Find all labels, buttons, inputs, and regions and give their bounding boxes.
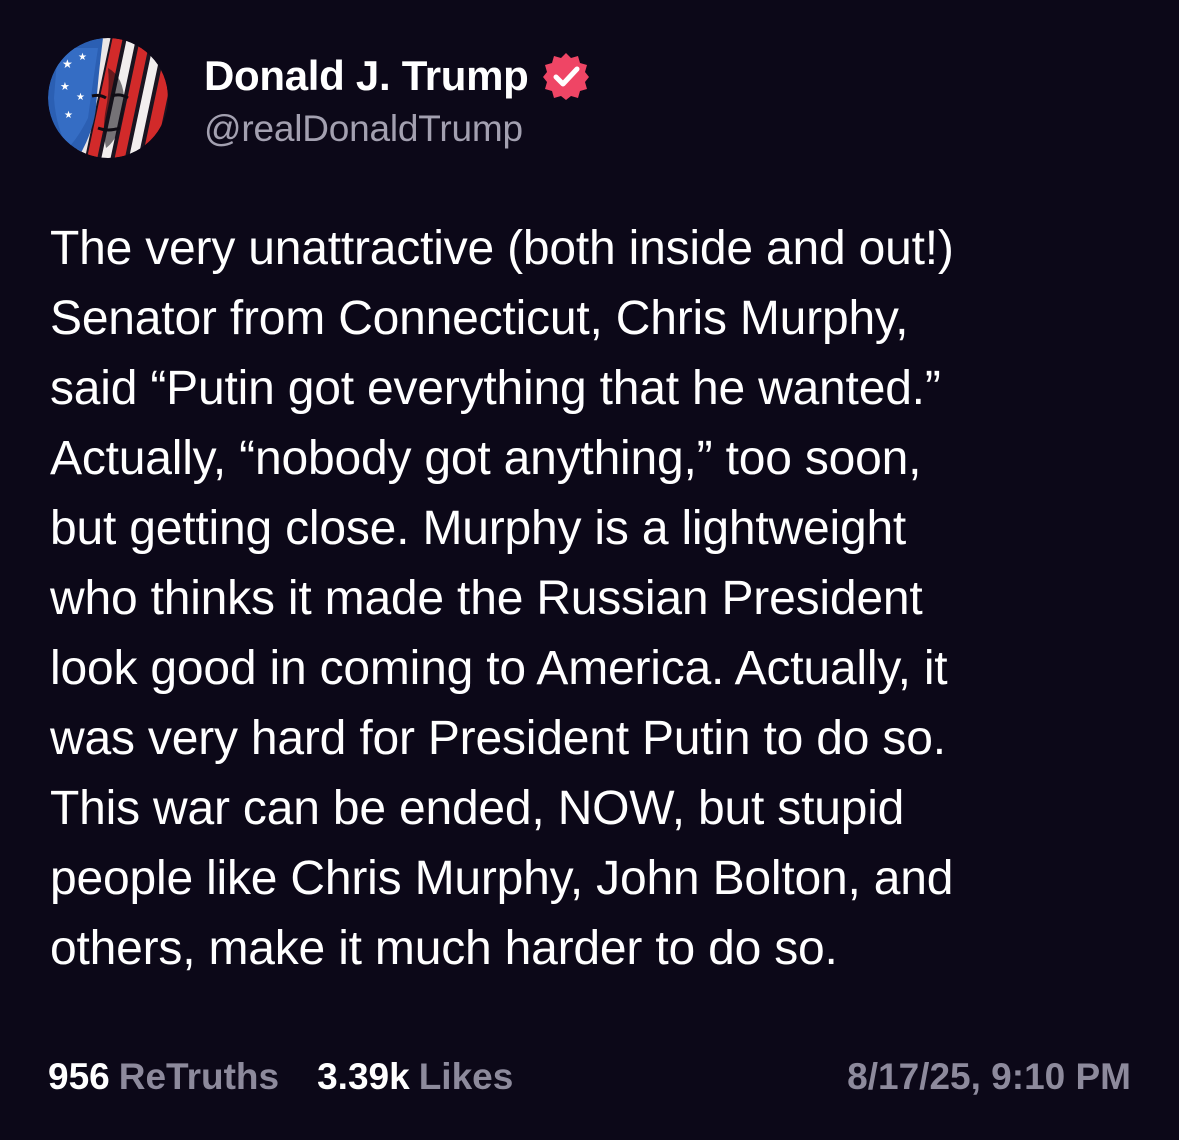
user-handle[interactable]: @realDonaldTrump <box>204 108 591 150</box>
avatar[interactable]: ★ ★ ★ ★ ★ <box>48 38 168 158</box>
retruths-stat[interactable]: 956 ReTruths <box>48 1056 279 1098</box>
post-card: ★ ★ ★ ★ ★ Donald J. Trump @realDonaldTru… <box>0 0 1179 1140</box>
retruths-count: 956 <box>48 1056 110 1097</box>
likes-label: Likes <box>418 1056 514 1097</box>
name-row: Donald J. Trump <box>204 48 591 104</box>
verified-badge-icon <box>541 51 591 101</box>
svg-text:★: ★ <box>64 110 73 121</box>
svg-text:★: ★ <box>78 52 87 63</box>
svg-text:★: ★ <box>76 92 85 103</box>
post-timestamp[interactable]: 8/17/25, 9:10 PM <box>847 1056 1131 1098</box>
likes-count: 3.39k <box>317 1056 410 1097</box>
post-footer: 956 ReTruths 3.39k Likes 8/17/25, 9:10 P… <box>48 1052 1131 1102</box>
post-body: The very unattractive (both inside and o… <box>50 222 954 975</box>
author-block: Donald J. Trump @realDonaldTrump <box>204 48 591 150</box>
likes-stat[interactable]: 3.39k Likes <box>317 1056 513 1098</box>
svg-text:★: ★ <box>62 57 73 71</box>
avatar-image: ★ ★ ★ ★ ★ <box>48 38 168 158</box>
svg-text:★: ★ <box>60 80 70 93</box>
display-name[interactable]: Donald J. Trump <box>204 52 529 100</box>
retruths-label: ReTruths <box>118 1056 280 1097</box>
